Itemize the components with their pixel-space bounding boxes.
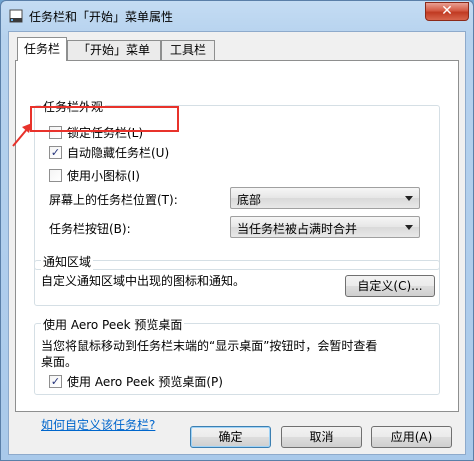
taskbar-location-select[interactable]: 底部 bbox=[230, 187, 420, 209]
group-title: 使用 Aero Peek 预览桌面 bbox=[41, 316, 185, 333]
taskbar-buttons-select[interactable]: 当任务栏被占满时合并 bbox=[230, 216, 420, 238]
aero-peek-checkbox[interactable]: ✓ 使用 Aero Peek 预览桌面(P) bbox=[49, 373, 223, 389]
tab-label: 任务栏 bbox=[23, 42, 60, 56]
dialog-window: 任务栏和「开始」菜单属性 ✕ 任务栏 「开始」菜单 工具栏 任务栏外观 锁定任务… bbox=[0, 0, 474, 461]
checkbox-box[interactable] bbox=[49, 169, 62, 182]
button-label: 确定 bbox=[218, 430, 243, 444]
button-label: 取消 bbox=[309, 430, 334, 444]
checkbox-label: 锁定任务栏(L) bbox=[67, 126, 144, 140]
checkbox-box-checked[interactable]: ✓ bbox=[49, 375, 62, 388]
ok-button[interactable]: 确定 bbox=[190, 426, 271, 448]
tab-label: 工具栏 bbox=[169, 43, 206, 57]
group-title: 任务栏外观 bbox=[41, 98, 106, 115]
aero-peek-description-line1: 当您将鼠标移动到任务栏末端的“显示桌面”按钮时，会暂时查看 bbox=[41, 339, 378, 353]
tab-start-menu[interactable]: 「开始」菜单 bbox=[67, 40, 161, 60]
chevron-down-icon bbox=[405, 225, 413, 230]
tab-taskbar[interactable]: 任务栏 bbox=[17, 37, 67, 61]
buttons-label: 任务栏按钮(B): bbox=[49, 222, 131, 236]
taskbar-tab-panel: 任务栏外观 锁定任务栏(L) ✓ 自动隐藏任务栏(U) 使用小图标(I) 屏幕上的… bbox=[15, 60, 459, 432]
customize-notification-button[interactable]: 自定义(C)... bbox=[345, 275, 435, 297]
help-link[interactable]: 如何自定义该任务栏? bbox=[41, 416, 155, 433]
small-icons-checkbox[interactable]: 使用小图标(I) bbox=[49, 167, 140, 183]
cancel-button[interactable]: 取消 bbox=[281, 426, 362, 448]
taskbar-properties-icon bbox=[9, 9, 23, 23]
dialog-client-area: 任务栏 「开始」菜单 工具栏 任务栏外观 锁定任务栏(L) ✓ 自动隐藏任务栏(U… bbox=[8, 31, 466, 455]
button-label: 应用(A) bbox=[390, 430, 433, 444]
auto-hide-checkbox[interactable]: ✓ 自动隐藏任务栏(U) bbox=[49, 144, 169, 160]
tab-label: 「开始」菜单 bbox=[77, 43, 150, 57]
chevron-down-icon bbox=[405, 196, 413, 201]
title-bar[interactable]: 任务栏和「开始」菜单属性 ✕ bbox=[1, 1, 473, 31]
close-button[interactable]: ✕ bbox=[425, 2, 469, 21]
aero-peek-description-line2: 桌面。 bbox=[41, 355, 78, 369]
window-title: 任务栏和「开始」菜单属性 bbox=[29, 10, 174, 24]
checkbox-box[interactable] bbox=[49, 126, 62, 139]
select-value: 当任务栏被占满时合并 bbox=[237, 222, 358, 236]
check-icon: ✓ bbox=[50, 375, 61, 388]
notification-description: 自定义通知区域中出现的图标和通知。 bbox=[41, 274, 246, 288]
lock-taskbar-checkbox[interactable]: 锁定任务栏(L) bbox=[49, 124, 143, 140]
button-label: 自定义(C)... bbox=[357, 279, 423, 293]
checkbox-label: 使用 Aero Peek 预览桌面(P) bbox=[67, 375, 223, 389]
check-icon: ✓ bbox=[50, 146, 61, 159]
apply-button[interactable]: 应用(A) bbox=[371, 426, 452, 448]
location-label: 屏幕上的任务栏位置(T): bbox=[49, 193, 178, 207]
checkbox-box-checked[interactable]: ✓ bbox=[49, 146, 62, 159]
group-title: 通知区域 bbox=[41, 253, 94, 270]
select-value: 底部 bbox=[237, 193, 262, 207]
checkbox-label: 自动隐藏任务栏(U) bbox=[67, 146, 170, 160]
checkbox-label: 使用小图标(I) bbox=[67, 169, 140, 183]
tab-toolbars[interactable]: 工具栏 bbox=[161, 40, 215, 60]
close-icon: ✕ bbox=[441, 3, 453, 19]
